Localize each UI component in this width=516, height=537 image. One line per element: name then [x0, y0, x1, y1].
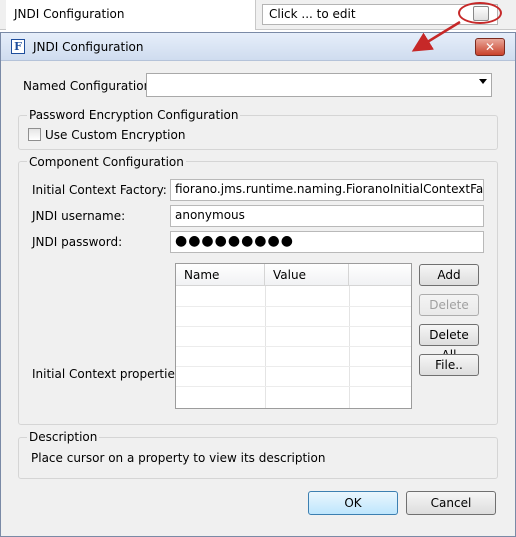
column-header-value[interactable]: Value [265, 264, 349, 286]
initial-context-factory-field[interactable]: fiorano.jms.runtime.naming.FioranoInitia… [170, 179, 484, 201]
chevron-down-icon [479, 79, 487, 84]
named-configuration-combo[interactable] [146, 73, 492, 97]
highlight-ellipse [458, 2, 502, 24]
dialog-title: JNDI Configuration [33, 40, 144, 54]
column-divider [265, 286, 266, 408]
delete-all-button[interactable]: Delete All [419, 324, 479, 362]
jndi-username-field[interactable]: anonymous [170, 205, 484, 227]
property-name: JNDI Configuration [6, 0, 256, 30]
property-row: JNDI Configuration Click ... to edit [0, 0, 516, 30]
row-divider [176, 386, 411, 387]
context-properties-table[interactable]: Name Value [175, 263, 412, 409]
close-icon: ✕ [484, 40, 496, 54]
column-header-name[interactable]: Name [176, 264, 265, 286]
file-button[interactable]: File.. [419, 354, 479, 376]
use-custom-encryption-checkbox[interactable] [28, 128, 41, 141]
column-header-extra[interactable] [349, 264, 411, 286]
add-button[interactable]: Add [419, 264, 479, 286]
description-title: Description [27, 430, 100, 444]
row-divider [176, 366, 411, 367]
row-divider [176, 346, 411, 347]
use-custom-encryption-label: Use Custom Encryption [45, 128, 186, 142]
jndi-password-field[interactable]: ●●●●●●●●● [170, 231, 484, 253]
jndi-password-label: JNDI password: [32, 235, 123, 249]
column-divider [349, 286, 350, 408]
cancel-button[interactable]: Cancel [406, 491, 496, 515]
close-button[interactable]: ✕ [475, 38, 505, 56]
description-text: Place cursor on a property to view its d… [31, 451, 326, 465]
fiorano-app-icon: F [11, 39, 25, 54]
named-configuration-label: Named Configuration [23, 79, 152, 93]
title-bar[interactable]: F JNDI Configuration ✕ [1, 33, 515, 61]
initial-context-properties-label: Initial Context properties: [32, 367, 186, 381]
ok-button[interactable]: OK [308, 491, 398, 515]
delete-button[interactable]: Delete [419, 294, 479, 316]
password-encryption-title: Password Encryption Configuration [27, 108, 241, 122]
jndi-username-label: JNDI username: [32, 209, 126, 223]
jndi-configuration-dialog: F JNDI Configuration ✕ Named Configurati… [0, 32, 516, 537]
row-divider [176, 306, 411, 307]
row-divider [176, 326, 411, 327]
initial-context-factory-label: Initial Context Factory: [32, 183, 167, 197]
component-configuration-title: Component Configuration [27, 155, 186, 169]
